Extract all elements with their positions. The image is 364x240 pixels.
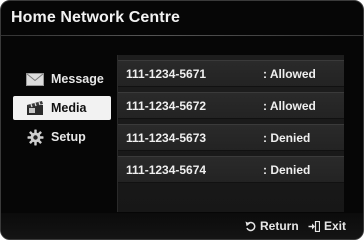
gear-icon	[25, 129, 45, 145]
footer-bar: Return Exit	[1, 213, 363, 239]
table-row[interactable]: 111-1234-5674 : Denied	[118, 156, 344, 183]
device-status: : Allowed	[263, 99, 316, 113]
table-row[interactable]: 111-1234-5673 : Denied	[118, 124, 344, 151]
device-number: 111-1234-5673	[126, 131, 207, 145]
sidebar-item-media[interactable]: Media	[13, 96, 111, 120]
sidebar-item-label: Media	[51, 101, 87, 115]
page-title: Home Network Centre	[11, 9, 181, 26]
network-centre-window: Home Network Centre Message Media Setup …	[0, 0, 364, 240]
exit-button[interactable]: Exit	[308, 219, 346, 233]
exit-icon	[308, 220, 320, 232]
table-row[interactable]: 111-1234-5672 : Allowed	[118, 92, 344, 119]
device-status: : Denied	[263, 163, 311, 177]
sidebar: Message Media Setup	[13, 61, 111, 154]
device-number: 111-1234-5674	[126, 163, 207, 177]
envelope-icon	[25, 71, 45, 87]
device-list: 111-1234-5671 : Allowed 111-1234-5672 : …	[117, 55, 344, 212]
device-status: : Allowed	[263, 67, 316, 81]
sidebar-item-label: Message	[51, 72, 104, 86]
return-icon	[245, 221, 256, 232]
return-label: Return	[260, 219, 299, 233]
title-divider	[1, 35, 363, 36]
table-row[interactable]: 111-1234-5671 : Allowed	[118, 60, 344, 87]
device-number: 111-1234-5672	[126, 99, 207, 113]
media-clapper-icon	[25, 100, 45, 116]
sidebar-item-label: Setup	[51, 130, 86, 144]
sidebar-item-setup[interactable]: Setup	[13, 125, 111, 149]
sidebar-item-message[interactable]: Message	[13, 67, 111, 91]
device-number: 111-1234-5671	[126, 67, 207, 81]
exit-label: Exit	[324, 219, 347, 233]
device-status: : Denied	[263, 131, 311, 145]
return-button[interactable]: Return	[245, 219, 299, 233]
